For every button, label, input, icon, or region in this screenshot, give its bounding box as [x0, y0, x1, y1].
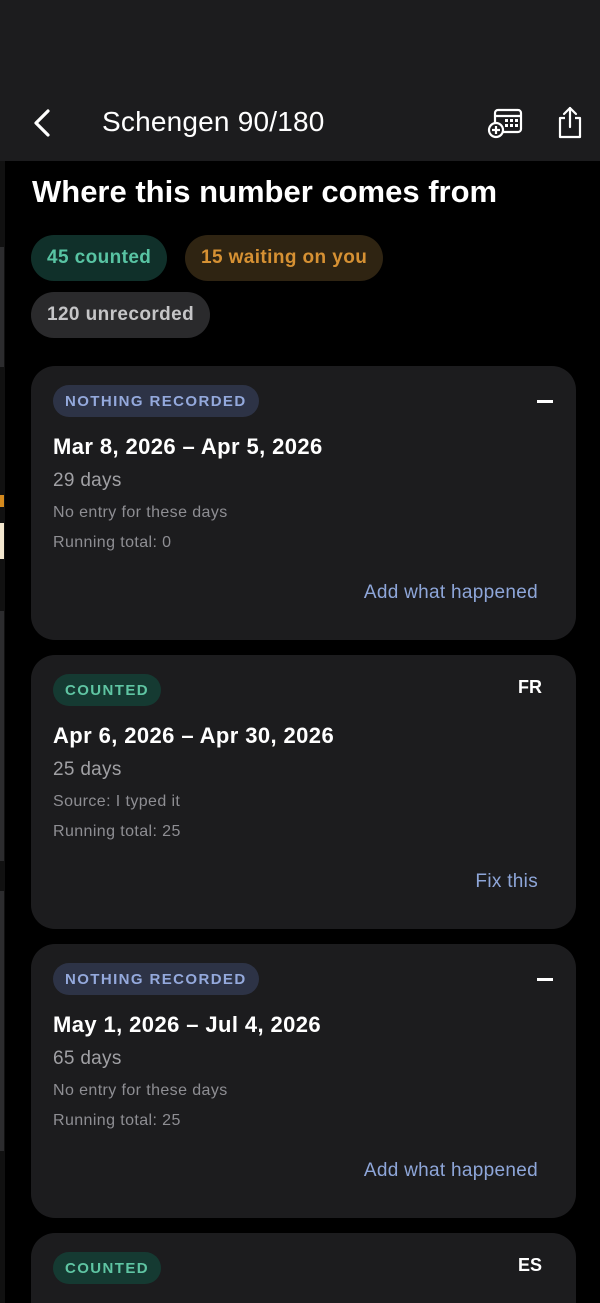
date-range: Mar 8, 2026 – Apr 5, 2026 — [53, 434, 323, 459]
running-total: Running total: 0 — [53, 534, 172, 551]
back-button[interactable] — [22, 103, 62, 143]
share-icon — [558, 106, 582, 139]
page-title: Schengen 90/180 — [102, 106, 325, 137]
add-to-calendar-button[interactable] — [484, 103, 528, 143]
nav-bar: Schengen 90/180 — [0, 85, 600, 161]
background-screen-edge — [0, 161, 5, 1303]
country-code: FR — [518, 677, 542, 697]
running-total: Running total: 25 — [53, 1112, 181, 1129]
counted-chip[interactable]: 45 counted — [31, 235, 168, 281]
status-badge: NOTHING RECORDED — [53, 385, 259, 417]
add-what-happened-button[interactable]: Add what happened — [364, 1160, 538, 1182]
period-card: COUNTED ES — [31, 1233, 576, 1303]
no-country-dash — [537, 400, 553, 403]
status-badge: NOTHING RECORDED — [53, 963, 259, 995]
status-bar-area — [0, 0, 600, 85]
day-count: 65 days — [53, 1048, 122, 1069]
date-range: May 1, 2026 – Jul 4, 2026 — [53, 1012, 322, 1037]
fix-this-button[interactable]: Fix this — [475, 871, 538, 893]
add-what-happened-button[interactable]: Add what happened — [364, 582, 538, 604]
day-count: 29 days — [53, 470, 122, 491]
period-source: Source: I typed it — [53, 793, 181, 810]
period-card: NOTHING RECORDED May 1, 2026 – Jul 4, 20… — [31, 944, 576, 1218]
share-button[interactable] — [548, 103, 592, 143]
period-detail: No entry for these days — [53, 1082, 228, 1099]
date-range: Apr 6, 2026 – Apr 30, 2026 — [53, 723, 335, 748]
running-total: Running total: 25 — [53, 823, 181, 840]
status-badge: COUNTED — [53, 674, 161, 706]
section-heading: Where this number comes from — [32, 174, 498, 209]
country-code: ES — [517, 1255, 542, 1275]
waiting-chip[interactable]: 15 waiting on you — [185, 235, 384, 281]
unrecorded-chip[interactable]: 120 unrecorded — [31, 292, 211, 338]
day-count: 25 days — [53, 759, 122, 780]
period-card: COUNTED FR Apr 6, 2026 – Apr 30, 2026 25… — [31, 655, 576, 929]
status-badge: COUNTED — [53, 1252, 161, 1284]
no-country-dash — [537, 978, 553, 981]
period-detail: No entry for these days — [53, 504, 228, 521]
back-chevron-icon — [34, 109, 50, 137]
period-card: NOTHING RECORDED Mar 8, 2026 – Apr 5, 20… — [31, 366, 576, 640]
calendar-add-icon — [487, 108, 523, 139]
